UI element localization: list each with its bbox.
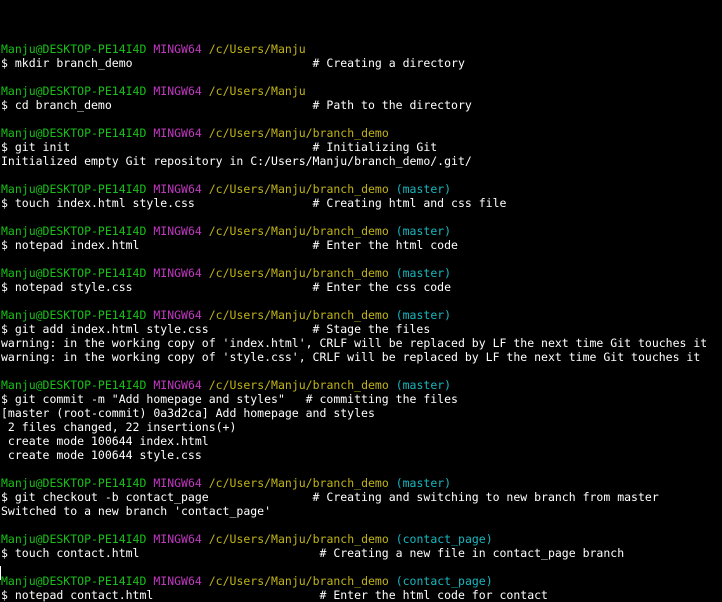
prompt-line: Manju@DESKTOP-PE14I4D MINGW64 /c/Users/M… bbox=[1, 42, 722, 56]
prompt-branch: (contact_page) bbox=[395, 532, 493, 546]
prompt-line: Manju@DESKTOP-PE14I4D MINGW64 /c/Users/M… bbox=[1, 574, 722, 588]
terminal-entry: Manju@DESKTOP-PE14I4D MINGW64 /c/Users/M… bbox=[1, 574, 722, 602]
prompt-branch: (master) bbox=[395, 476, 452, 490]
prompt-line: Manju@DESKTOP-PE14I4D MINGW64 /c/Users/M… bbox=[1, 308, 722, 322]
prompt-path: /c/Users/Manju/branch_demo bbox=[208, 308, 389, 322]
prompt-branch: (master) bbox=[395, 224, 452, 238]
prompt-line: Manju@DESKTOP-PE14I4D MINGW64 /c/Users/M… bbox=[1, 266, 722, 280]
prompt-user-host: Manju@DESKTOP-PE14I4D bbox=[1, 224, 147, 238]
terminal-entry: Manju@DESKTOP-PE14I4D MINGW64 /c/Users/M… bbox=[1, 266, 722, 308]
prompt-line: Manju@DESKTOP-PE14I4D MINGW64 /c/Users/M… bbox=[1, 126, 722, 140]
prompt-line: Manju@DESKTOP-PE14I4D MINGW64 /c/Users/M… bbox=[1, 532, 722, 546]
prompt-path: /c/Users/Manju bbox=[208, 84, 306, 98]
prompt-user-host: Manju@DESKTOP-PE14I4D bbox=[1, 308, 147, 322]
output-line: 2 files changed, 22 insertions(+) bbox=[1, 420, 237, 434]
terminal-entry: Manju@DESKTOP-PE14I4D MINGW64 /c/Users/M… bbox=[1, 126, 722, 182]
prompt-user-host: Manju@DESKTOP-PE14I4D bbox=[1, 126, 147, 140]
terminal-entry: Manju@DESKTOP-PE14I4D MINGW64 /c/Users/M… bbox=[1, 476, 722, 532]
prompt-user-host: Manju@DESKTOP-PE14I4D bbox=[1, 266, 147, 280]
terminal-entry: Manju@DESKTOP-PE14I4D MINGW64 /c/Users/M… bbox=[1, 532, 722, 574]
prompt-system: MINGW64 bbox=[153, 266, 202, 280]
command-line: $ cd branch_demo # Path to the directory bbox=[1, 98, 472, 112]
command-line: $ touch index.html style.css # Creating … bbox=[1, 196, 507, 210]
output-line: warning: in the working copy of 'style.c… bbox=[1, 350, 701, 364]
prompt-path: /c/Users/Manju/branch_demo bbox=[208, 266, 389, 280]
command-line: $ git checkout -b contact_page # Creatin… bbox=[1, 490, 659, 504]
command-line: $ git init # Initializing Git bbox=[1, 140, 438, 154]
prompt-system: MINGW64 bbox=[153, 476, 202, 490]
prompt-branch: (master) bbox=[395, 182, 452, 196]
prompt-system: MINGW64 bbox=[153, 182, 202, 196]
terminal-entry: Manju@DESKTOP-PE14I4D MINGW64 /c/Users/M… bbox=[1, 308, 722, 378]
text-cursor bbox=[0, 566, 1, 580]
prompt-line: Manju@DESKTOP-PE14I4D MINGW64 /c/Users/M… bbox=[1, 224, 722, 238]
prompt-line: Manju@DESKTOP-PE14I4D MINGW64 /c/Users/M… bbox=[1, 476, 722, 490]
terminal-entry: Manju@DESKTOP-PE14I4D MINGW64 /c/Users/M… bbox=[1, 224, 722, 266]
terminal-entry: Manju@DESKTOP-PE14I4D MINGW64 /c/Users/M… bbox=[1, 378, 722, 476]
prompt-path: /c/Users/Manju/branch_demo bbox=[208, 224, 389, 238]
prompt-path: /c/Users/Manju bbox=[208, 42, 306, 56]
prompt-system: MINGW64 bbox=[153, 378, 202, 392]
prompt-branch: (master) bbox=[395, 266, 452, 280]
command-line: $ notepad style.css # Enter the css code bbox=[1, 280, 452, 294]
prompt-user-host: Manju@DESKTOP-PE14I4D bbox=[1, 476, 147, 490]
command-line: $ notepad contact.html # Enter the html … bbox=[1, 588, 548, 602]
output-line: Switched to a new branch 'contact_page' bbox=[1, 504, 272, 518]
output-line: create mode 100644 style.css bbox=[1, 448, 202, 462]
prompt-path: /c/Users/Manju/branch_demo bbox=[208, 532, 389, 546]
prompt-path: /c/Users/Manju/branch_demo bbox=[208, 126, 389, 140]
prompt-system: MINGW64 bbox=[153, 574, 202, 588]
prompt-user-host: Manju@DESKTOP-PE14I4D bbox=[1, 182, 147, 196]
prompt-system: MINGW64 bbox=[153, 126, 202, 140]
prompt-system: MINGW64 bbox=[153, 308, 202, 322]
command-line: $ touch contact.html # Creating a new fi… bbox=[1, 546, 625, 560]
command-line: $ git commit -m "Add homepage and styles… bbox=[1, 392, 458, 406]
prompt-path: /c/Users/Manju/branch_demo bbox=[208, 574, 389, 588]
prompt-line: Manju@DESKTOP-PE14I4D MINGW64 /c/Users/M… bbox=[1, 84, 722, 98]
prompt-path: /c/Users/Manju/branch_demo bbox=[208, 182, 389, 196]
output-line: create mode 100644 index.html bbox=[1, 434, 209, 448]
prompt-branch: (contact_page) bbox=[395, 574, 493, 588]
prompt-system: MINGW64 bbox=[153, 42, 202, 56]
terminal-window[interactable]: Manju@DESKTOP-PE14I4D MINGW64 /c/Users/M… bbox=[1, 14, 722, 602]
prompt-user-host: Manju@DESKTOP-PE14I4D bbox=[1, 42, 147, 56]
output-line: warning: in the working copy of 'index.h… bbox=[1, 336, 708, 350]
prompt-user-host: Manju@DESKTOP-PE14I4D bbox=[1, 378, 147, 392]
prompt-system: MINGW64 bbox=[153, 532, 202, 546]
terminal-entry: Manju@DESKTOP-PE14I4D MINGW64 /c/Users/M… bbox=[1, 84, 722, 126]
prompt-branch: (master) bbox=[395, 378, 452, 392]
output-line: [master (root-commit) 0a3d2ca] Add homep… bbox=[1, 406, 375, 420]
command-line: $ notepad index.html # Enter the html co… bbox=[1, 238, 458, 252]
prompt-user-host: Manju@DESKTOP-PE14I4D bbox=[1, 84, 147, 98]
terminal-entry: Manju@DESKTOP-PE14I4D MINGW64 /c/Users/M… bbox=[1, 182, 722, 224]
prompt-branch: (master) bbox=[395, 308, 452, 322]
prompt-line: Manju@DESKTOP-PE14I4D MINGW64 /c/Users/M… bbox=[1, 378, 722, 392]
prompt-user-host: Manju@DESKTOP-PE14I4D bbox=[1, 574, 147, 588]
command-line: $ mkdir branch_demo # Creating a directo… bbox=[1, 56, 465, 70]
prompt-user-host: Manju@DESKTOP-PE14I4D bbox=[1, 532, 147, 546]
output-line: Initialized empty Git repository in C:/U… bbox=[1, 154, 472, 168]
prompt-line: Manju@DESKTOP-PE14I4D MINGW64 /c/Users/M… bbox=[1, 182, 722, 196]
prompt-system: MINGW64 bbox=[153, 224, 202, 238]
prompt-system: MINGW64 bbox=[153, 84, 202, 98]
prompt-path: /c/Users/Manju/branch_demo bbox=[208, 476, 389, 490]
terminal-entry: Manju@DESKTOP-PE14I4D MINGW64 /c/Users/M… bbox=[1, 42, 722, 84]
command-line: $ git add index.html style.css # Stage t… bbox=[1, 322, 431, 336]
prompt-path: /c/Users/Manju/branch_demo bbox=[208, 378, 389, 392]
